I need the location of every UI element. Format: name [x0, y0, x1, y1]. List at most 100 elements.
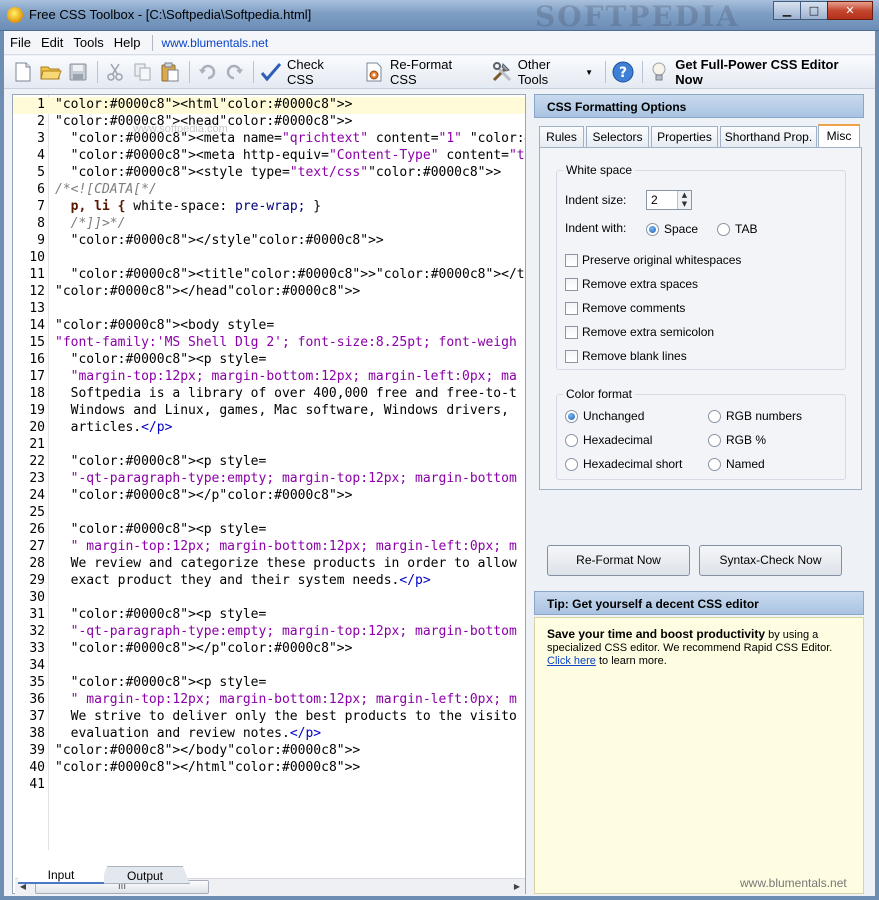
code-line[interactable]: 38 evaluation and review notes.</p>: [13, 726, 525, 743]
color-hexadecimal-radio[interactable]: Hexadecimal: [565, 433, 652, 447]
code-line[interactable]: 21: [13, 437, 525, 454]
code-line[interactable]: 20 articles.</p>: [13, 420, 525, 437]
line-number: 30: [29, 590, 45, 605]
code-line[interactable]: 32 "-qt-paragraph-type:empty; margin-top…: [13, 624, 525, 641]
remove-blank-lines-checkbox[interactable]: Remove blank lines: [565, 349, 687, 363]
cut-icon[interactable]: [102, 59, 128, 85]
check-css-button[interactable]: Check CSS: [258, 57, 353, 87]
color-unchanged-radio[interactable]: Unchanged: [565, 409, 644, 423]
close-button[interactable]: ✕: [827, 1, 873, 20]
code-line[interactable]: 10: [13, 250, 525, 267]
reformat-now-button[interactable]: Re-Format Now: [547, 545, 690, 576]
undo-icon[interactable]: [194, 59, 220, 85]
paste-icon[interactable]: [157, 59, 183, 85]
code-line[interactable]: 3 "color:#0000c8"><meta name="qrichtext"…: [13, 131, 525, 148]
reformat-css-button[interactable]: Re-Format CSS: [361, 57, 481, 87]
code-line[interactable]: 9 "color:#0000c8"></style"color:#0000c8"…: [13, 233, 525, 250]
code-line[interactable]: 22 "color:#0000c8"><p style=: [13, 454, 525, 471]
code-line[interactable]: 37 We strive to deliver only the best pr…: [13, 709, 525, 726]
copy-icon[interactable]: [130, 59, 156, 85]
code-line[interactable]: 14 "color:#0000c8"><body style=: [13, 318, 525, 335]
preserve-whitespace-checkbox[interactable]: Preserve original whitespaces: [565, 253, 741, 267]
code-line[interactable]: 25: [13, 505, 525, 522]
code-line[interactable]: 19 Windows and Linux, games, Mac softwar…: [13, 403, 525, 420]
app-icon[interactable]: [7, 7, 23, 23]
minimize-button[interactable]: ▁: [773, 1, 801, 20]
menu-help[interactable]: Help: [114, 35, 141, 50]
code-line[interactable]: 18 Softpedia is a library of over 400,00…: [13, 386, 525, 403]
code-line[interactable]: 39 "color:#0000c8"></body"color:#0000c8">…: [13, 743, 525, 760]
code-line[interactable]: 15 "font-family:'MS Shell Dlg 2'; font-si…: [13, 335, 525, 352]
tab-properties[interactable]: Properties: [651, 126, 718, 148]
tab-selectors[interactable]: Selectors: [586, 126, 649, 148]
color-rgb-percent-radio[interactable]: RGB %: [708, 433, 766, 447]
maximize-button[interactable]: □: [800, 1, 828, 20]
get-full-power-button[interactable]: Get Full-Power CSS Editor Now: [647, 57, 867, 87]
code-line[interactable]: 17 "margin-top:12px; margin-bottom:12px;…: [13, 369, 525, 386]
stepper-arrows-icon[interactable]: ▲ ▼: [677, 191, 691, 209]
remove-extra-spaces-checkbox[interactable]: Remove extra spaces: [565, 277, 698, 291]
new-file-icon[interactable]: [10, 59, 36, 85]
code-line[interactable]: 12 "color:#0000c8"></head"color:#0000c8">…: [13, 284, 525, 301]
indent-size-label: Indent size:: [565, 193, 627, 207]
code-line[interactable]: 4 "color:#0000c8"><meta http-equiv="Cont…: [13, 148, 525, 165]
tab-output[interactable]: Output: [100, 866, 190, 884]
code-line[interactable]: 31 "color:#0000c8"><p style=: [13, 607, 525, 624]
code-line[interactable]: 40 "color:#0000c8"></html"color:#0000c8">…: [13, 760, 525, 777]
remove-comments-checkbox[interactable]: Remove comments: [565, 301, 685, 315]
help-icon[interactable]: ?: [610, 59, 636, 85]
open-folder-icon[interactable]: [38, 59, 64, 85]
code-line[interactable]: 26 "color:#0000c8"><p style=: [13, 522, 525, 539]
tab-input[interactable]: Input: [18, 866, 104, 884]
save-icon[interactable]: [65, 59, 91, 85]
code-line[interactable]: 24 "color:#0000c8"></p"color:#0000c8">>: [13, 488, 525, 505]
indent-size-stepper[interactable]: 2 ▲ ▼: [646, 190, 692, 210]
color-hex-short-radio[interactable]: Hexadecimal short: [565, 457, 682, 471]
code-line[interactable]: 7 p, li { white-space: pre-wrap; }: [13, 199, 525, 216]
tip-link[interactable]: Click here: [547, 655, 596, 667]
indent-space-radio[interactable]: Space: [646, 222, 698, 236]
code-line[interactable]: 33 "color:#0000c8"></p"color:#0000c8">>: [13, 641, 525, 658]
code-line[interactable]: 6 /*<![CDATA[*/: [13, 182, 525, 199]
code-line[interactable]: 11 "color:#0000c8"><title"color:#0000c8"…: [13, 267, 525, 284]
remove-extra-semicolon-checkbox[interactable]: Remove extra semicolon: [565, 325, 714, 339]
code-line[interactable]: 29 exact product they and their system n…: [13, 573, 525, 590]
code-line[interactable]: 34: [13, 658, 525, 675]
space-label: Space: [664, 222, 699, 236]
code-line[interactable]: 36 " margin-top:12px; margin-bottom:12px…: [13, 692, 525, 709]
code-line[interactable]: 41: [13, 777, 525, 794]
code-line[interactable]: 35 "color:#0000c8"><p style=: [13, 675, 525, 692]
line-text: "color:#0000c8"><p style=: [70, 522, 267, 537]
code-line[interactable]: 23 "-qt-paragraph-type:empty; margin-top…: [13, 471, 525, 488]
line-number: 28: [29, 556, 45, 571]
line-text: "-qt-paragraph-type:empty; margin-top:12…: [55, 624, 517, 639]
code-area[interactable]: 1 "color:#0000c8"><html"color:#0000c8">> 2…: [13, 95, 525, 850]
menu-file[interactable]: File: [10, 35, 31, 50]
code-line[interactable]: 30: [13, 590, 525, 607]
syntax-check-now-button[interactable]: Syntax-Check Now: [699, 545, 842, 576]
color-named-radio[interactable]: Named: [708, 457, 765, 471]
code-editor[interactable]: 1 "color:#0000c8"><html"color:#0000c8">> 2…: [12, 94, 526, 894]
tab-rules[interactable]: Rules: [539, 126, 584, 148]
code-line[interactable]: 28 We review and categorize these produc…: [13, 556, 525, 573]
tab-shorthand[interactable]: Shorthand Prop.: [720, 126, 817, 148]
code-line[interactable]: 13: [13, 301, 525, 318]
code-line[interactable]: 16 "color:#0000c8"><p style=: [13, 352, 525, 369]
line-number: 17: [29, 369, 45, 384]
code-line[interactable]: 5 "color:#0000c8"><style type="text/css"…: [13, 165, 525, 182]
redo-icon[interactable]: [222, 59, 248, 85]
code-line[interactable]: 2 "color:#0000c8"><head"color:#0000c8">>: [13, 114, 525, 131]
menu-edit[interactable]: Edit: [41, 35, 63, 50]
indent-tab-radio[interactable]: TAB: [717, 222, 757, 236]
color-rgb-numbers-radio[interactable]: RGB numbers: [708, 409, 802, 423]
line-text: "color:#0000c8"><body style=: [55, 318, 275, 333]
code-line[interactable]: 27 " margin-top:12px; margin-bottom:12px…: [13, 539, 525, 556]
tab-misc[interactable]: Misc: [818, 124, 860, 148]
line-text: "color:#0000c8"></body"color:#0000c8">>: [55, 743, 361, 758]
code-line[interactable]: 8 /*]]>*/: [13, 216, 525, 233]
whitespace-group-label: White space: [563, 163, 636, 177]
other-tools-button[interactable]: Other Tools ▼: [489, 57, 593, 87]
website-link[interactable]: www.blumentals.net: [161, 36, 268, 50]
code-line[interactable]: 1 "color:#0000c8"><html"color:#0000c8">>: [13, 97, 525, 114]
menu-tools[interactable]: Tools: [73, 35, 103, 50]
